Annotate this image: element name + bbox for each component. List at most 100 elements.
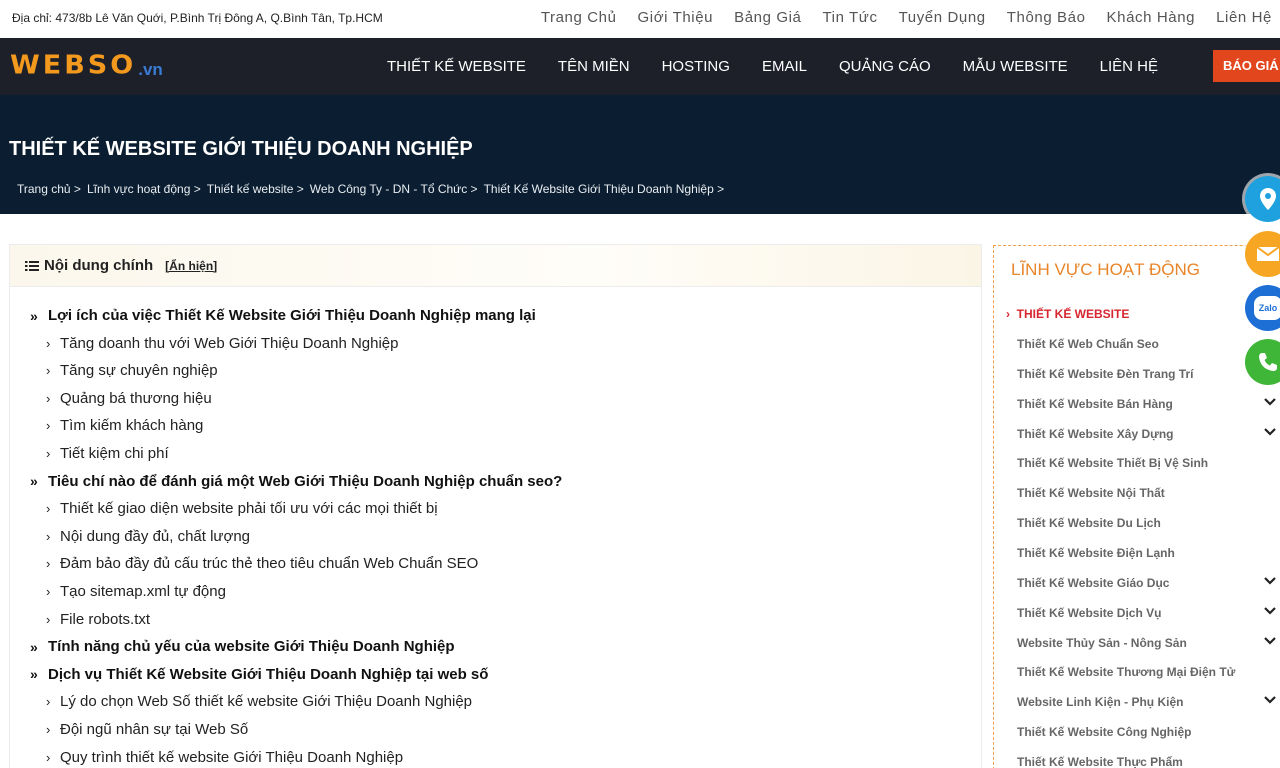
top-link-contact[interactable]: Liên Hệ xyxy=(1216,9,1272,26)
sidebar-item[interactable]: Website Thủy Sản - Nông Sản xyxy=(1017,636,1187,650)
toc-header: Nội dung chính [Ẩn hiện] xyxy=(10,245,981,287)
chevron-down-icon[interactable] xyxy=(1263,693,1277,710)
top-link-customers[interactable]: Khách Hàng xyxy=(1107,9,1196,26)
menu-templates[interactable]: MẪU WEBSITE xyxy=(963,58,1068,75)
sidebar-item[interactable]: Thiết Kế Web Chuẩn Seo xyxy=(1017,337,1159,351)
chevron-down-icon[interactable] xyxy=(1263,425,1277,442)
sidebar-active-item[interactable]: › THIẾT KẾ WEBSITE xyxy=(1006,307,1129,321)
toc-subsection-item[interactable]: › Đảm bảo đầy đủ cấu trúc thẻ theo tiêu c… xyxy=(46,555,478,572)
toc-item-label: Nội dung đầy đủ, chất lượng xyxy=(60,527,250,545)
breadcrumb-web-design[interactable]: Thiết kế website > xyxy=(207,182,304,196)
breadcrumb-fields[interactable]: Lĩnh vực hoạt động > xyxy=(87,182,201,196)
top-bar: Địa chỉ: 473/8b Lê Văn Quới, P.Bình Trị … xyxy=(0,0,1280,38)
list-icon xyxy=(25,260,39,271)
main-menu: THIẾT KẾ WEBSITE TÊN MIỀN HOSTING EMAIL … xyxy=(371,38,1174,95)
sidebar-item[interactable]: Thiết Kế Website Thực Phẩm xyxy=(1017,755,1183,768)
toc-item-label: Quảng bá thương hiệu xyxy=(60,389,212,407)
chevron-right-icon: › xyxy=(46,749,51,765)
top-link-jobs[interactable]: Tuyển Dụng xyxy=(899,9,986,26)
chevron-right-icon: › xyxy=(46,584,51,599)
sidebar-item[interactable]: Thiết Kế Website Điện Lạnh xyxy=(1017,546,1175,560)
sidebar-item[interactable]: Thiết Kế Website Bán Hàng xyxy=(1017,397,1173,411)
toc-subsection-item[interactable]: › Đội ngũ nhân sự tại Web Số xyxy=(46,721,248,738)
sidebar-item[interactable]: Thiết Kế Website Đèn Trang Trí xyxy=(1017,367,1193,381)
sidebar-item[interactable]: Website Linh Kiện - Phụ Kiện xyxy=(1017,695,1183,709)
toc-section-item[interactable]: » Dịch vụ Thiết Kế Website Giới Thiệu Doa… xyxy=(30,666,488,683)
breadcrumb-home[interactable]: Trang chủ > xyxy=(17,182,81,196)
logo-text: WEBSO xyxy=(10,50,137,81)
toc-subsection-item[interactable]: › Nội dung đầy đủ, chất lượng xyxy=(46,528,250,545)
toc-subsection-item[interactable]: › Quảng bá thương hiệu xyxy=(46,390,212,407)
toc-section-item[interactable]: » Tính năng chủ yếu của website Giới Thiệ… xyxy=(30,638,455,655)
sidebar-title: LĨNH VỰC HOẠT ĐỘNG xyxy=(1011,260,1200,279)
chevron-down-icon[interactable] xyxy=(1263,574,1277,591)
toc-item-label: Dịch vụ Thiết Kế Website Giới Thiệu Doan… xyxy=(48,665,489,683)
menu-web-design[interactable]: THIẾT KẾ WEBSITE xyxy=(387,58,526,75)
toc-subsection-item[interactable]: › Quy trình thiết kế website Giới Thiệu D… xyxy=(46,749,403,766)
chevron-down-icon[interactable] xyxy=(1263,395,1277,412)
menu-ads[interactable]: QUẢNG CÁO xyxy=(839,58,931,75)
sidebar-item[interactable]: Thiết Kế Website Công Nghiệp xyxy=(1017,725,1191,739)
menu-contact[interactable]: LIÊN HỆ xyxy=(1100,58,1158,75)
top-link-notices[interactable]: Thông Báo xyxy=(1007,9,1086,26)
breadcrumb-company-web[interactable]: Web Công Ty - DN - Tổ Chức > xyxy=(310,182,478,196)
toc-item-label: Tăng sự chuyên nghiệp xyxy=(60,362,218,380)
double-chevron-right-icon: » xyxy=(30,666,38,683)
toc-section-item[interactable]: » Tiêu chí nào để đánh giá một Web Giới T… xyxy=(30,473,562,490)
menu-email[interactable]: EMAIL xyxy=(762,58,807,75)
toc-subsection-item[interactable]: › Tìm kiếm khách hàng xyxy=(46,417,203,434)
chevron-right-icon: › xyxy=(46,335,51,351)
address-text: Địa chỉ: 473/8b Lê Văn Quới, P.Bình Trị … xyxy=(12,11,383,25)
sidebar-item[interactable]: Thiết Kế Website Dịch Vụ xyxy=(1017,606,1161,620)
sidebar-item[interactable]: Thiết Kế Website Thiết Bị Vệ Sinh xyxy=(1017,456,1208,470)
quote-button[interactable]: BÁO GIÁ xyxy=(1213,50,1280,82)
toc-subsection-item[interactable]: › Tạo sitemap.xml tự động xyxy=(46,583,226,600)
chevron-right-icon: › xyxy=(46,363,51,379)
toc-subsection-item[interactable]: › Thiết kế giao diện website phải tối ưu … xyxy=(46,500,438,517)
toc-subsection-item[interactable]: › Lý do chọn Web Số thiết kế website Giới… xyxy=(46,693,472,710)
map-pin-icon[interactable] xyxy=(1245,176,1280,222)
sidebar-active-label: THIẾT KẾ WEBSITE xyxy=(1016,307,1130,321)
toc-item-label: Tạo sitemap.xml tự động xyxy=(60,583,226,600)
chevron-down-icon[interactable] xyxy=(1263,634,1277,651)
toc-section-item[interactable]: » Lợi ích của việc Thiết Kế Website Giới … xyxy=(30,307,536,324)
top-link-about[interactable]: Giới Thiệu xyxy=(638,9,714,26)
breadcrumb-current[interactable]: Thiết Kế Website Giới Thiệu Doanh Nghiệp… xyxy=(484,182,725,196)
chevron-down-icon[interactable] xyxy=(1263,604,1277,621)
sidebar-item[interactable]: Thiết Kế Website Nội Thất xyxy=(1017,486,1165,500)
toc-item-label: Quy trình thiết kế website Giới Thiệu Do… xyxy=(60,748,404,766)
toc-subsection-item[interactable]: › File robots.txt xyxy=(46,611,150,628)
sidebar-item[interactable]: Thiết Kế Website Giáo Dục xyxy=(1017,576,1169,590)
toc-subsection-item[interactable]: › Tăng doanh thu với Web Giới Thiệu Doanh… xyxy=(46,335,399,352)
toc-item-label: Tiết kiệm chi phí xyxy=(60,445,169,462)
toc-item-label: Tiêu chí nào để đánh giá một Web Giới Th… xyxy=(48,472,563,490)
top-link-home[interactable]: Trang Chủ xyxy=(541,9,617,26)
chevron-right-icon: › xyxy=(46,418,51,434)
chevron-right-icon: › xyxy=(46,556,51,572)
toc-item-label: Tăng doanh thu với Web Giới Thiệu Doanh … xyxy=(60,334,399,352)
chevron-right-icon: › xyxy=(46,390,51,406)
toc-subsection-item[interactable]: › Tiết kiệm chi phí xyxy=(46,445,169,462)
toc-item-label: Đội ngũ nhân sự tại Web Số xyxy=(60,721,249,738)
menu-hosting[interactable]: HOSTING xyxy=(662,58,730,75)
toc-toggle-link[interactable]: [Ẩn hiện] xyxy=(165,259,217,273)
top-link-pricing[interactable]: Bảng Giá xyxy=(734,9,801,26)
toc-title: Nội dung chính xyxy=(44,257,154,274)
site-logo[interactable]: WEBSO .vn xyxy=(10,52,163,80)
double-chevron-right-icon: » xyxy=(30,307,38,324)
sidebar-item[interactable]: Thiết Kế Website Xây Dựng xyxy=(1017,427,1174,441)
toc-subsection-item[interactable]: › Tăng sự chuyên nghiệp xyxy=(46,362,218,379)
menu-domain[interactable]: TÊN MIỀN xyxy=(558,58,630,75)
double-chevron-right-icon: » xyxy=(30,638,38,655)
sidebar-item[interactable]: Thiết Kế Website Du Lịch xyxy=(1017,516,1161,530)
sidebar-fields: LĨNH VỰC HOẠT ĐỘNG › THIẾT KẾ WEBSITE Th… xyxy=(993,245,1280,768)
map-pin-shape xyxy=(1260,188,1276,210)
top-link-news[interactable]: Tin Tức xyxy=(822,9,877,26)
zalo-label: Zalo xyxy=(1254,296,1280,320)
page-banner: THIẾT KẾ WEBSITE GIỚI THIỆU DOANH NGHIỆP… xyxy=(0,95,1280,214)
table-of-contents: Nội dung chính [Ẩn hiện] » Lợi ích của vi… xyxy=(9,244,982,768)
chevron-right-icon: › xyxy=(46,501,51,517)
logo-suffix: .vn xyxy=(138,60,163,79)
sidebar-item[interactable]: Thiết Kế Website Thương Mại Điện Tử xyxy=(1017,665,1235,679)
breadcrumb: Trang chủ > Lĩnh vực hoạt động > Thiết k… xyxy=(17,182,730,196)
